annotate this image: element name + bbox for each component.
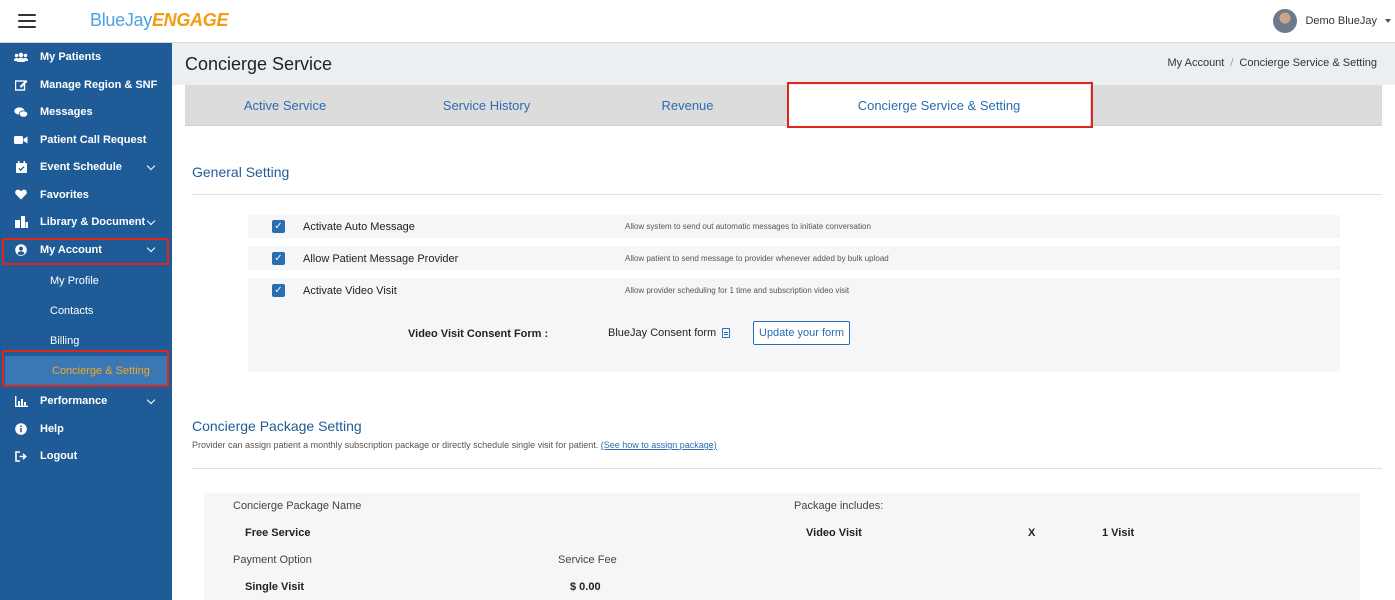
edit-icon [14,79,28,91]
sidebar-item-label: Manage Region & SNF [40,78,158,91]
sidebar-item-label: Performance [40,395,108,408]
logo-text-blue: BlueJay [90,10,152,30]
sidebar-item-label: My Account [40,243,102,256]
tab-active-service[interactable]: Active Service [185,85,385,126]
sidebar-item-label: Favorites [40,188,89,201]
heart-icon [14,189,28,201]
setting-label: Allow Patient Message Provider [303,253,459,265]
payment-option-value: Single Visit [245,581,305,593]
page-header: Concierge Service My Account / Concierge S… [172,43,1395,85]
setting-row-auto-message: ✓ Activate Auto Message Allow system to … [248,215,1340,238]
sidebar-subitem-contacts[interactable]: Contacts [0,296,172,326]
sidebar-item-label: Messages [40,106,93,119]
logout-icon [14,450,28,462]
caret-down-icon [1385,19,1391,23]
main-content: Concierge Service My Account / Concierge S… [172,43,1395,600]
package-includes-label: Package includes: [794,500,884,512]
breadcrumb-separator: / [1230,57,1234,69]
tab-revenue[interactable]: Revenue [587,85,788,126]
general-setting-title: General Setting [192,164,290,180]
video-icon [14,134,28,146]
user-circle-icon [14,243,28,256]
sidebar-item-performance[interactable]: Performance [0,388,172,416]
app-logo[interactable]: BlueJayENGAGE [90,10,228,31]
breadcrumb-current: Concierge Service & Setting [1239,57,1377,69]
tab-bar: Active Service Service History Revenue C… [185,85,1382,126]
sidebar-item-label: Event Schedule [40,161,122,174]
package-name-label: Concierge Package Name [233,500,362,512]
consent-form-label: Video Visit Consent Form : [408,328,549,340]
sidebar-item-label: My Patients [40,51,102,64]
package-name-value: Free Service [245,527,311,539]
package-desc-text: Provider can assign patient a monthly su… [192,440,599,450]
sidebar-item-label: Logout [40,450,78,463]
setting-description: Allow patient to send message to provide… [625,254,889,263]
chart-icon [14,395,28,407]
patient-message-checkbox[interactable]: ✓ [272,252,285,265]
video-visit-checkbox[interactable]: ✓ [272,284,285,297]
sidebar-item-messages[interactable]: Messages [0,99,172,127]
sidebar-item-label: Library & Document [40,216,146,229]
package-includes-x: X [1028,527,1036,539]
sidebar-item-label: Patient Call Request [40,133,147,146]
sidebar-item-my-account[interactable]: My Account [0,236,172,264]
sidebar-item-favorites[interactable]: Favorites [0,181,172,209]
see-how-link[interactable]: (See how to assign package) [601,440,717,450]
hamburger-menu-icon[interactable] [18,14,36,28]
sidebar-item-help[interactable]: Help [0,415,172,443]
logo-text-orange: ENGAGE [151,10,229,30]
sidebar-subitem-my-profile[interactable]: My Profile [0,266,172,296]
setting-row-patient-message: ✓ Allow Patient Message Provider Allow p… [248,246,1340,270]
sidebar-subitem-billing[interactable]: Billing [0,326,172,356]
setting-description: Allow system to send out automatic messa… [625,222,871,231]
setting-row-video-visit: ✓ Activate Video Visit Allow provider sc… [248,278,1340,372]
calendar-icon [14,161,28,174]
divider [192,468,1382,469]
chevron-down-icon [146,243,156,253]
document-icon [722,328,731,338]
sidebar-item-manage-region[interactable]: Manage Region & SNF [0,71,172,99]
service-fee-label: Service Fee [558,554,617,566]
package-setting-title: Concierge Package Setting [192,418,362,434]
sidebar-item-event-schedule[interactable]: Event Schedule [0,154,172,182]
sidebar: My Patients Manage Region & SNF Messages… [0,43,172,600]
sidebar-item-library-document[interactable]: Library & Document [0,209,172,237]
top-bar: BlueJayENGAGE Demo BlueJay [0,0,1395,43]
auto-message-checkbox[interactable]: ✓ [272,220,285,233]
update-form-button[interactable]: Update your form [753,321,850,345]
avatar [1273,9,1298,33]
package-card: Concierge Package Name Free Service Pack… [204,493,1360,600]
user-name: Demo BlueJay [1305,15,1377,27]
info-icon [14,422,28,435]
sidebar-item-logout[interactable]: Logout [0,443,172,471]
library-icon [14,216,28,229]
tab-service-history[interactable]: Service History [386,85,587,126]
setting-description: Allow provider scheduling for 1 time and… [625,286,850,295]
breadcrumb: My Account / Concierge Service & Setting [1168,57,1378,69]
consent-file-name: BlueJay Consent form [608,327,717,339]
sidebar-item-my-patients[interactable]: My Patients [0,44,172,72]
chevron-down-icon [146,395,156,404]
sidebar-item-patient-call-request[interactable]: Patient Call Request [0,126,172,154]
sidebar-item-label: Help [40,422,64,435]
chevron-down-icon [146,216,156,225]
tab-concierge-service-setting[interactable]: Concierge Service & Setting [788,85,1090,126]
chevron-down-icon [146,161,156,170]
payment-option-label: Payment Option [233,554,312,566]
package-includes-qty: 1 Visit [1102,527,1135,539]
chat-icon [14,106,28,118]
setting-label: Activate Auto Message [303,221,415,233]
setting-label: Activate Video Visit [303,285,397,297]
page-title: Concierge Service [185,54,333,74]
service-fee-value: $ 0.00 [570,581,601,593]
user-menu[interactable]: Demo BlueJay [1273,9,1391,33]
breadcrumb-my-account[interactable]: My Account [1168,57,1225,69]
divider [192,194,1382,195]
consent-form-file[interactable]: BlueJay Consent form [608,327,731,339]
package-includes-item: Video Visit [806,527,862,539]
users-icon [14,51,28,63]
package-description: Provider can assign patient a monthly su… [192,440,717,450]
sidebar-subitem-concierge-setting[interactable]: Concierge & Setting [5,355,167,386]
